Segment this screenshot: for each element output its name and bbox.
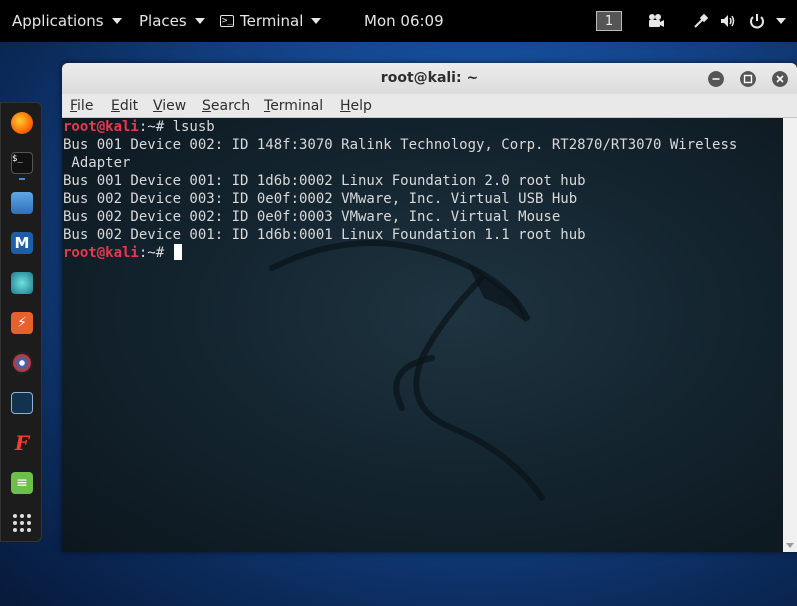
output-line: Bus 002 Device 003: ID 0e0f:0002 VMware,…	[63, 191, 578, 207]
menu-file-mnemonic: F	[70, 98, 78, 114]
output-line: Bus 002 Device 002: ID 0e0f:0003 VMware,…	[63, 209, 561, 225]
output-line: Bus 001 Device 002: ID 148f:3070 Ralink …	[63, 137, 738, 153]
prompt-user: root@kali	[63, 245, 139, 261]
burpsuite-icon[interactable]: ⚡	[11, 312, 33, 334]
output-line: Adapter	[63, 155, 131, 171]
app-menu-label: Terminal	[240, 12, 304, 30]
prompt-user: root@kali	[63, 119, 139, 135]
menu-search-label: earch	[210, 98, 251, 114]
files-icon[interactable]	[11, 192, 33, 214]
power-icon[interactable]	[748, 12, 766, 30]
close-icon[interactable]	[772, 71, 788, 87]
menu-help[interactable]: Help	[340, 94, 372, 118]
prompt-path: :~#	[138, 245, 173, 261]
volume-icon[interactable]	[719, 12, 737, 30]
menu-help-label: elp	[350, 98, 372, 114]
menu-search[interactable]: Search	[202, 94, 250, 118]
chevron-down-icon	[194, 18, 205, 24]
beef-icon[interactable]	[11, 392, 33, 414]
dash-dock: $_ M ⚡ F ≡	[0, 102, 42, 542]
chevron-down-icon	[311, 18, 322, 24]
menu-terminal-label: erminal	[270, 98, 324, 114]
applications-menu[interactable]: Applications	[12, 0, 122, 42]
window-title: root@kali: ~	[380, 70, 479, 86]
menu-help-mnemonic: H	[340, 98, 351, 114]
scroll-down-arrow-icon[interactable]	[786, 543, 794, 548]
scrollbar[interactable]	[783, 118, 797, 552]
show-apps-icon[interactable]	[11, 512, 33, 534]
system-menu-chevron-icon[interactable]	[776, 18, 786, 24]
maltego-icon[interactable]	[11, 352, 33, 374]
top-panel: Applications Places >_ Terminal Mon 06:0…	[0, 0, 797, 42]
places-label: Places	[139, 12, 187, 30]
menu-terminal[interactable]: Terminal	[264, 94, 323, 118]
applications-label: Applications	[12, 12, 104, 30]
workspace-indicator[interactable]: 1	[596, 11, 622, 31]
terminal-icon: >_	[220, 15, 234, 27]
metasploit-icon[interactable]: M	[11, 232, 33, 254]
clock[interactable]: Mon 06:09	[364, 0, 444, 42]
video-camera-icon[interactable]	[647, 12, 665, 30]
firefox-icon[interactable]	[11, 112, 33, 134]
armitage-icon[interactable]	[11, 272, 33, 294]
leafpad-icon[interactable]: ≡	[11, 472, 33, 494]
maximize-icon[interactable]	[740, 71, 756, 87]
minimize-icon[interactable]	[708, 71, 724, 87]
menu-view[interactable]: View	[153, 94, 186, 118]
menu-edit-label: dit	[119, 98, 139, 114]
clock-label: Mon 06:09	[364, 12, 444, 30]
output-line: Bus 002 Device 001: ID 1d6b:0001 Linux F…	[63, 227, 586, 243]
menu-search-mnemonic: S	[202, 98, 211, 114]
window-titlebar[interactable]: root@kali: ~	[62, 63, 797, 94]
prompt-path: :~#	[138, 119, 173, 135]
menu-view-label: iew	[162, 98, 187, 114]
menu-file[interactable]: File	[70, 94, 93, 118]
terminal-text: root@kali:~# lsusb Bus 001 Device 002: I…	[63, 118, 737, 262]
terminal-output-area[interactable]: root@kali:~# lsusb Bus 001 Device 002: I…	[62, 118, 783, 552]
app-menu-terminal[interactable]: >_ Terminal	[220, 0, 322, 42]
faraday-icon[interactable]: F	[11, 432, 33, 454]
menu-file-label: ile	[77, 98, 94, 114]
command-text: lsusb	[172, 119, 215, 135]
terminal-icon[interactable]: $_	[11, 152, 33, 174]
places-menu[interactable]: Places	[139, 0, 205, 42]
menu-bar: File Edit View Search Terminal Help	[62, 94, 797, 118]
menu-edit-mnemonic: E	[111, 98, 120, 114]
output-line: Bus 001 Device 001: ID 1d6b:0002 Linux F…	[63, 173, 586, 189]
chevron-down-icon	[111, 18, 122, 24]
terminal-window: root@kali: ~ File Edit View Search Termi…	[62, 63, 797, 552]
menu-edit[interactable]: Edit	[111, 94, 138, 118]
active-indicator	[19, 178, 25, 180]
network-wired-icon[interactable]	[692, 12, 710, 30]
text-cursor	[173, 244, 182, 260]
menu-view-mnemonic: V	[153, 98, 163, 114]
